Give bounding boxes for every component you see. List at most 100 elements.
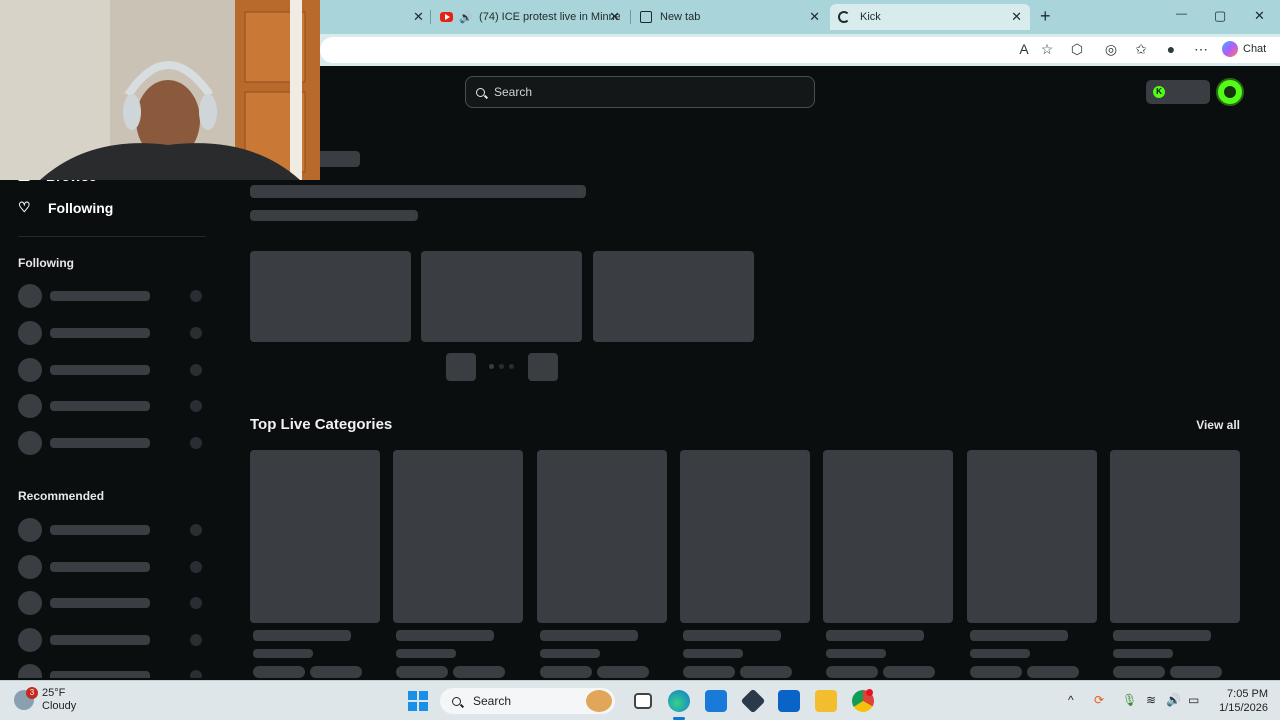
tab-youtube-protest[interactable]: 🔊 (74) ICE protest live in Minnea ✕ [432, 4, 628, 30]
skeleton-tag [1112, 666, 1165, 678]
weather-icon: 3 [14, 687, 38, 710]
clock[interactable]: 7:05 PM 1/15/2026 [1219, 687, 1268, 715]
file-explorer-icon[interactable] [815, 690, 837, 712]
wifi-icon[interactable]: ≋ [1146, 693, 1156, 707]
skeleton-line [50, 562, 150, 572]
skeleton-thumbnail [679, 450, 810, 623]
skeleton-line [396, 649, 457, 658]
search-input[interactable]: Search [465, 76, 815, 108]
skeleton-line [539, 630, 638, 641]
tab-close-icon[interactable]: ✕ [1011, 9, 1022, 25]
skeleton-avatar [18, 284, 42, 308]
task-view-icon[interactable] [634, 693, 652, 709]
carousel-prev-button[interactable] [446, 353, 476, 381]
youtube-icon [440, 12, 454, 22]
kick-points-button[interactable]: K [1146, 80, 1210, 104]
webcam-overlay [0, 0, 320, 180]
skeleton-line [682, 649, 743, 658]
skeleton-tag [396, 666, 449, 678]
microphone-icon[interactable]: 🎙 [1122, 693, 1137, 707]
skeleton-line [682, 630, 781, 641]
skeleton-line [50, 401, 150, 411]
skeleton-avatar [18, 591, 42, 615]
skeleton-line [539, 649, 600, 658]
tab-close-icon[interactable]: ✕ [809, 9, 820, 25]
skeleton-line [826, 649, 887, 658]
carousel-dot[interactable] [509, 364, 514, 369]
skeleton-tag [596, 666, 649, 678]
windows-taskbar: 3 25°F Cloudy Search ^ ⟳ 🎙 ≋ 🔊 ▭ 7:05 PM… [0, 680, 1280, 720]
profile-icon[interactable]: ● [1162, 40, 1180, 58]
minimize-button[interactable]: — [1176, 8, 1187, 20]
skeleton-line [1112, 649, 1173, 658]
skeleton-thumbnail [966, 450, 1097, 623]
skeleton-dot [190, 597, 202, 609]
tab-kick[interactable]: Kick ✕ [830, 4, 1030, 30]
skeleton-tag [1026, 666, 1079, 678]
weather-widget[interactable]: 3 25°F Cloudy [14, 687, 76, 713]
skeleton-line [50, 525, 150, 535]
carousel-dot[interactable] [499, 364, 504, 369]
clock-date: 1/15/2026 [1219, 702, 1268, 714]
skeleton-line [50, 671, 150, 678]
read-aloud-icon[interactable]: A [1015, 40, 1033, 58]
skeleton-line [50, 438, 150, 448]
carousel-dot[interactable] [489, 364, 494, 369]
skeleton-tag [969, 666, 1022, 678]
skeleton-tag [453, 666, 506, 678]
tab-close-icon[interactable]: ✕ [413, 9, 424, 25]
kick-logo-icon: K [1153, 86, 1165, 98]
skeleton-avatar [18, 664, 42, 678]
skeleton-thumbnail [823, 450, 954, 623]
search-icon [476, 87, 485, 97]
tab-new-tab[interactable]: New tab ✕ [632, 4, 828, 30]
skeleton-line [50, 328, 150, 338]
skeleton-tag [826, 666, 879, 678]
sidebar-divider [18, 236, 206, 237]
sync-icon[interactable]: ⟳ [1094, 693, 1104, 707]
favorites-icon[interactable]: ✩ [1132, 40, 1150, 58]
close-window-button[interactable]: ✕ [1254, 8, 1265, 24]
extensions-icon[interactable]: ⬡ [1068, 40, 1086, 58]
skeleton-dot [190, 670, 202, 678]
skeleton-line [253, 649, 313, 658]
store-icon[interactable] [705, 690, 727, 712]
sidebar-section-following: Following [18, 256, 74, 270]
new-tab-button[interactable]: + [1040, 6, 1051, 27]
skeleton-avatar [18, 628, 42, 652]
loading-spinner-icon [838, 11, 850, 23]
performance-icon[interactable]: ◎ [1102, 40, 1120, 58]
favorite-star-icon[interactable]: ☆ [1038, 40, 1056, 58]
skeleton-thumbnail [1109, 450, 1240, 623]
search-placeholder: Search [494, 85, 533, 99]
maximize-button[interactable]: ▢ [1214, 8, 1226, 24]
skeleton-card [421, 251, 582, 342]
skeleton-avatar [18, 321, 42, 345]
skeleton-card [593, 251, 754, 342]
weather-condition: Cloudy [42, 700, 77, 712]
skeleton-line [250, 210, 418, 221]
skeleton-thumbnail [536, 450, 667, 623]
user-avatar[interactable] [1216, 78, 1244, 106]
skeleton-avatar [18, 358, 42, 382]
tab-close-icon[interactable]: ✕ [609, 9, 620, 25]
speaker-icon[interactable]: 🔊 [459, 11, 473, 24]
battery-icon[interactable]: ▭ [1188, 693, 1199, 707]
copilot-chat-button[interactable]: Chat [1222, 40, 1266, 58]
skeleton-dot [190, 290, 202, 302]
outlook-icon[interactable] [778, 690, 800, 712]
volume-icon[interactable]: 🔊 [1166, 693, 1181, 707]
windows-start-icon[interactable] [408, 691, 428, 711]
more-options-icon[interactable]: ⋯ [1192, 40, 1210, 58]
show-hidden-icons-icon[interactable]: ^ [1068, 693, 1074, 707]
edge-icon[interactable] [668, 690, 690, 712]
skeleton-line [969, 649, 1030, 658]
view-all-link[interactable]: View all [1196, 418, 1240, 432]
skeleton-dot [190, 524, 202, 536]
skeleton-dot [190, 327, 202, 339]
sidebar-item-following[interactable]: ♡ Following [18, 199, 113, 216]
bagel-icon[interactable] [586, 690, 612, 712]
carousel-next-button[interactable] [528, 353, 558, 381]
heart-icon: ♡ [18, 199, 31, 215]
app-icon[interactable] [740, 688, 766, 714]
